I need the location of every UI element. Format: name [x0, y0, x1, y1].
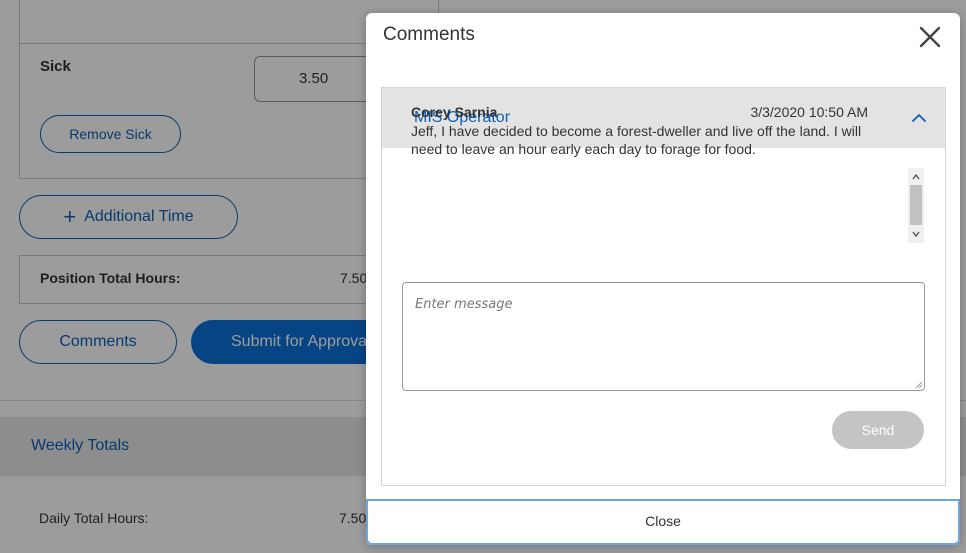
- close-icon[interactable]: [918, 25, 942, 49]
- comments-dialog: Comments MIS Operator Corey Sarnia 3/3/2…: [366, 13, 960, 545]
- dialog-title: Comments: [383, 24, 475, 45]
- resize-grip-icon[interactable]: [913, 379, 923, 389]
- scrollbar-thumb[interactable]: [910, 185, 922, 225]
- scroll-up-icon[interactable]: [908, 170, 924, 184]
- close-button[interactable]: Close: [366, 499, 960, 545]
- message-input[interactable]: [402, 282, 925, 391]
- chevron-up-icon: [912, 114, 926, 122]
- send-button[interactable]: Send: [832, 411, 924, 449]
- message-timestamp: 3/3/2020 10:50 AM: [750, 104, 868, 120]
- comment-message: Corey Sarnia 3/3/2020 10:50 AM Jeff, I h…: [411, 104, 911, 162]
- scroll-down-icon[interactable]: [908, 227, 924, 241]
- thread-scrollbar[interactable]: [908, 168, 924, 243]
- message-body: Jeff, I have decided to become a forest-…: [411, 123, 862, 157]
- message-author: Corey Sarnia: [411, 104, 498, 120]
